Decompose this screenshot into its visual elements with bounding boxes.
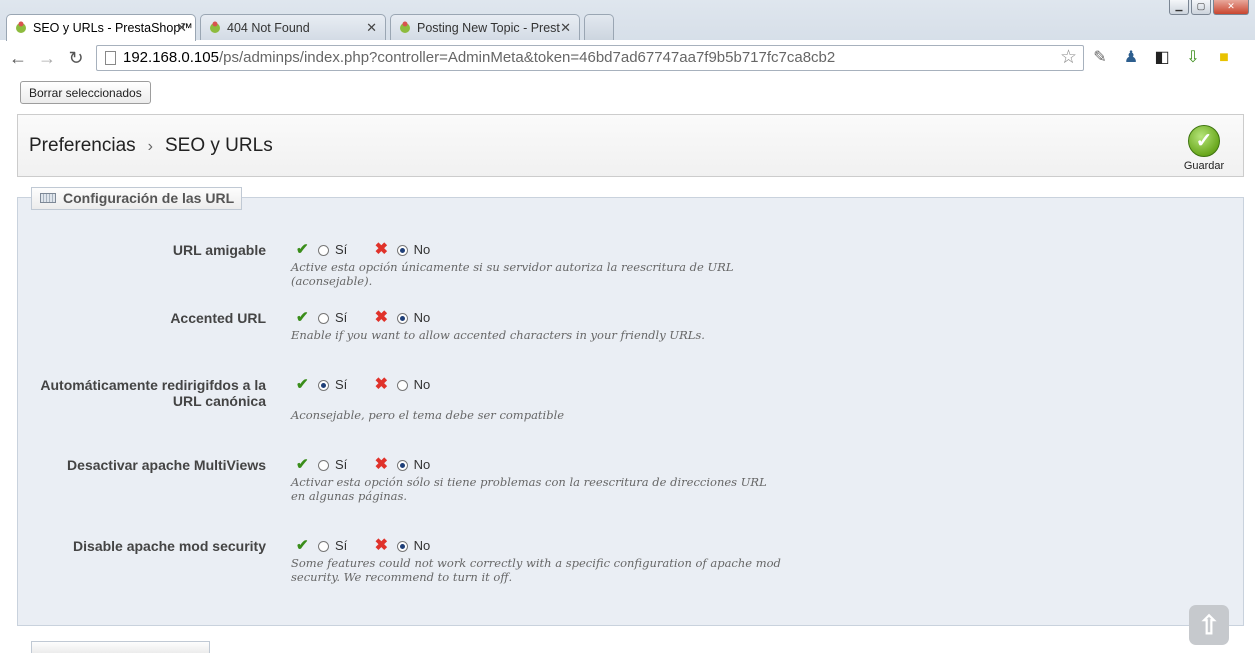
option-label: URL amigable	[172, 242, 266, 258]
prestashop-favicon-icon	[16, 21, 26, 33]
forward-icon[interactable]: →	[37, 48, 57, 68]
breadcrumb-seo-urls: SEO y URLs	[165, 135, 273, 156]
option-label: Automáticamente redirigifdos a la URL ca…	[40, 377, 266, 409]
minimize-button[interactable]: ▁	[1169, 0, 1189, 15]
next-fieldset-legend	[31, 641, 210, 653]
option-label: Disable apache mod security	[73, 538, 266, 554]
yes-no-toggle: ✔ Sí ✖ No	[296, 307, 450, 326]
save-label: Guardar	[1183, 160, 1225, 172]
radio-yes[interactable]	[318, 459, 329, 471]
window-extension-icon[interactable]: ◧	[1152, 48, 1172, 68]
cross-icon: ✖	[374, 537, 389, 554]
close-window-button[interactable]: ✕	[1213, 0, 1249, 15]
close-tab-icon[interactable]: ✕	[366, 15, 377, 40]
download-extension-icon[interactable]: ⇩	[1183, 48, 1203, 68]
no-label: No	[413, 456, 431, 472]
bookmark-star-icon[interactable]: ☆	[1060, 46, 1077, 70]
fieldset-legend: Configuración de las URL	[31, 187, 243, 210]
radio-no[interactable]	[396, 312, 408, 324]
radio-no[interactable]	[396, 540, 408, 552]
radio-yes[interactable]	[318, 312, 329, 324]
breadcrumb: Preferencias › SEO y URLs	[29, 135, 273, 157]
radio-no[interactable]	[396, 379, 408, 391]
address-bar[interactable]: 192.168.0.105/ps/adminps/index.php?contr…	[96, 45, 1084, 71]
close-tab-icon[interactable]: ✕	[176, 15, 187, 41]
keyboard-icon	[40, 193, 56, 203]
radio-no[interactable]	[396, 244, 408, 256]
tab-title: SEO y URLs - PrestaShop™	[33, 21, 193, 35]
check-icon: ✔	[296, 241, 309, 258]
yes-label: Sí	[335, 309, 348, 325]
scroll-to-top-button[interactable]: ⇧	[1189, 605, 1229, 645]
browser-toolbar: ← → ↻ 192.168.0.105/ps/adminps/index.php…	[0, 40, 1255, 76]
new-tab-button[interactable]	[584, 14, 614, 40]
tab-404[interactable]: 404 Not Found ✕	[200, 14, 386, 40]
option-hint: Active esta opción únicamente si su serv…	[291, 260, 734, 288]
option-hint: Some features could not work correctly w…	[291, 556, 781, 584]
check-icon: ✔	[296, 376, 309, 393]
tab-strip: SEO y URLs - PrestaShop™ ✕ 404 Not Found…	[6, 14, 618, 41]
checkmark-save-icon: ✓	[1188, 125, 1220, 157]
tab-title: Posting New Topic - Prest	[417, 21, 560, 35]
option-hint: Activar esta opción sólo si tiene proble…	[291, 475, 767, 503]
yes-no-toggle: ✔ Sí ✖ No	[296, 454, 450, 473]
radio-yes[interactable]	[318, 244, 329, 256]
no-label: No	[413, 376, 431, 392]
page-icon	[105, 51, 116, 65]
cross-icon: ✖	[374, 309, 389, 326]
check-icon: ✔	[296, 456, 309, 473]
yes-no-toggle: ✔ Sí ✖ No	[296, 374, 450, 393]
browser-chrome: ▁ ▢ ✕ SEO y URLs - PrestaShop™ ✕ 404 Not…	[0, 0, 1255, 76]
url-host: 192.168.0.105	[123, 49, 219, 66]
option-hint: Enable if you want to allow accented cha…	[291, 328, 705, 342]
breadcrumb-preferences[interactable]: Preferencias	[29, 135, 136, 156]
yes-label: Sí	[335, 456, 348, 472]
radio-yes[interactable]	[318, 379, 329, 391]
back-icon[interactable]: ←	[8, 48, 28, 68]
fieldset-legend-text: Configuración de las URL	[63, 190, 235, 206]
radio-no[interactable]	[396, 459, 408, 471]
yes-label: Sí	[335, 376, 348, 392]
cross-icon: ✖	[374, 456, 389, 473]
yes-no-toggle: ✔ Sí ✖ No	[296, 535, 450, 554]
eyedropper-extension-icon[interactable]: ✎	[1090, 48, 1110, 68]
tab-posting-topic[interactable]: Posting New Topic - Prest ✕	[390, 14, 580, 40]
prestashop-favicon-icon	[210, 21, 220, 33]
yes-label: Sí	[335, 241, 348, 257]
yes-no-toggle: ✔ Sí ✖ No	[296, 239, 450, 258]
delete-selected-button[interactable]: Borrar seleccionados	[20, 81, 151, 104]
yes-label: Sí	[335, 537, 348, 553]
chevron-right-icon: ›	[147, 138, 153, 155]
tab-title: 404 Not Found	[227, 21, 310, 35]
page-content: Borrar seleccionados Preferencias › SEO y …	[0, 77, 1255, 653]
no-label: No	[413, 309, 431, 325]
window-controls: ▁ ▢ ✕	[1169, 0, 1249, 15]
check-icon: ✔	[296, 537, 309, 554]
no-label: No	[413, 537, 431, 553]
prestashop-favicon-icon	[400, 21, 410, 33]
folder-extension-icon[interactable]: ■	[1214, 48, 1234, 68]
option-label: Accented URL	[170, 310, 266, 326]
page-header: Preferencias › SEO y URLs ✓ Guardar	[17, 114, 1244, 177]
option-hint: Aconsejable, pero el tema debe ser compa…	[291, 408, 565, 422]
radio-yes[interactable]	[318, 540, 329, 552]
check-icon: ✔	[296, 309, 309, 326]
user-extension-icon[interactable]: ♟	[1121, 48, 1141, 68]
save-button[interactable]: ✓ Guardar	[1182, 125, 1226, 172]
cross-icon: ✖	[374, 241, 389, 258]
reload-icon[interactable]: ↻	[66, 48, 86, 68]
option-label: Desactivar apache MultiViews	[67, 457, 266, 473]
maximize-button[interactable]: ▢	[1191, 0, 1211, 15]
close-tab-icon[interactable]: ✕	[560, 15, 571, 40]
url-path: /ps/adminps/index.php?controller=AdminMe…	[218, 49, 836, 66]
cross-icon: ✖	[374, 376, 389, 393]
tab-seo-urls[interactable]: SEO y URLs - PrestaShop™ ✕	[6, 14, 196, 41]
no-label: No	[413, 241, 431, 257]
